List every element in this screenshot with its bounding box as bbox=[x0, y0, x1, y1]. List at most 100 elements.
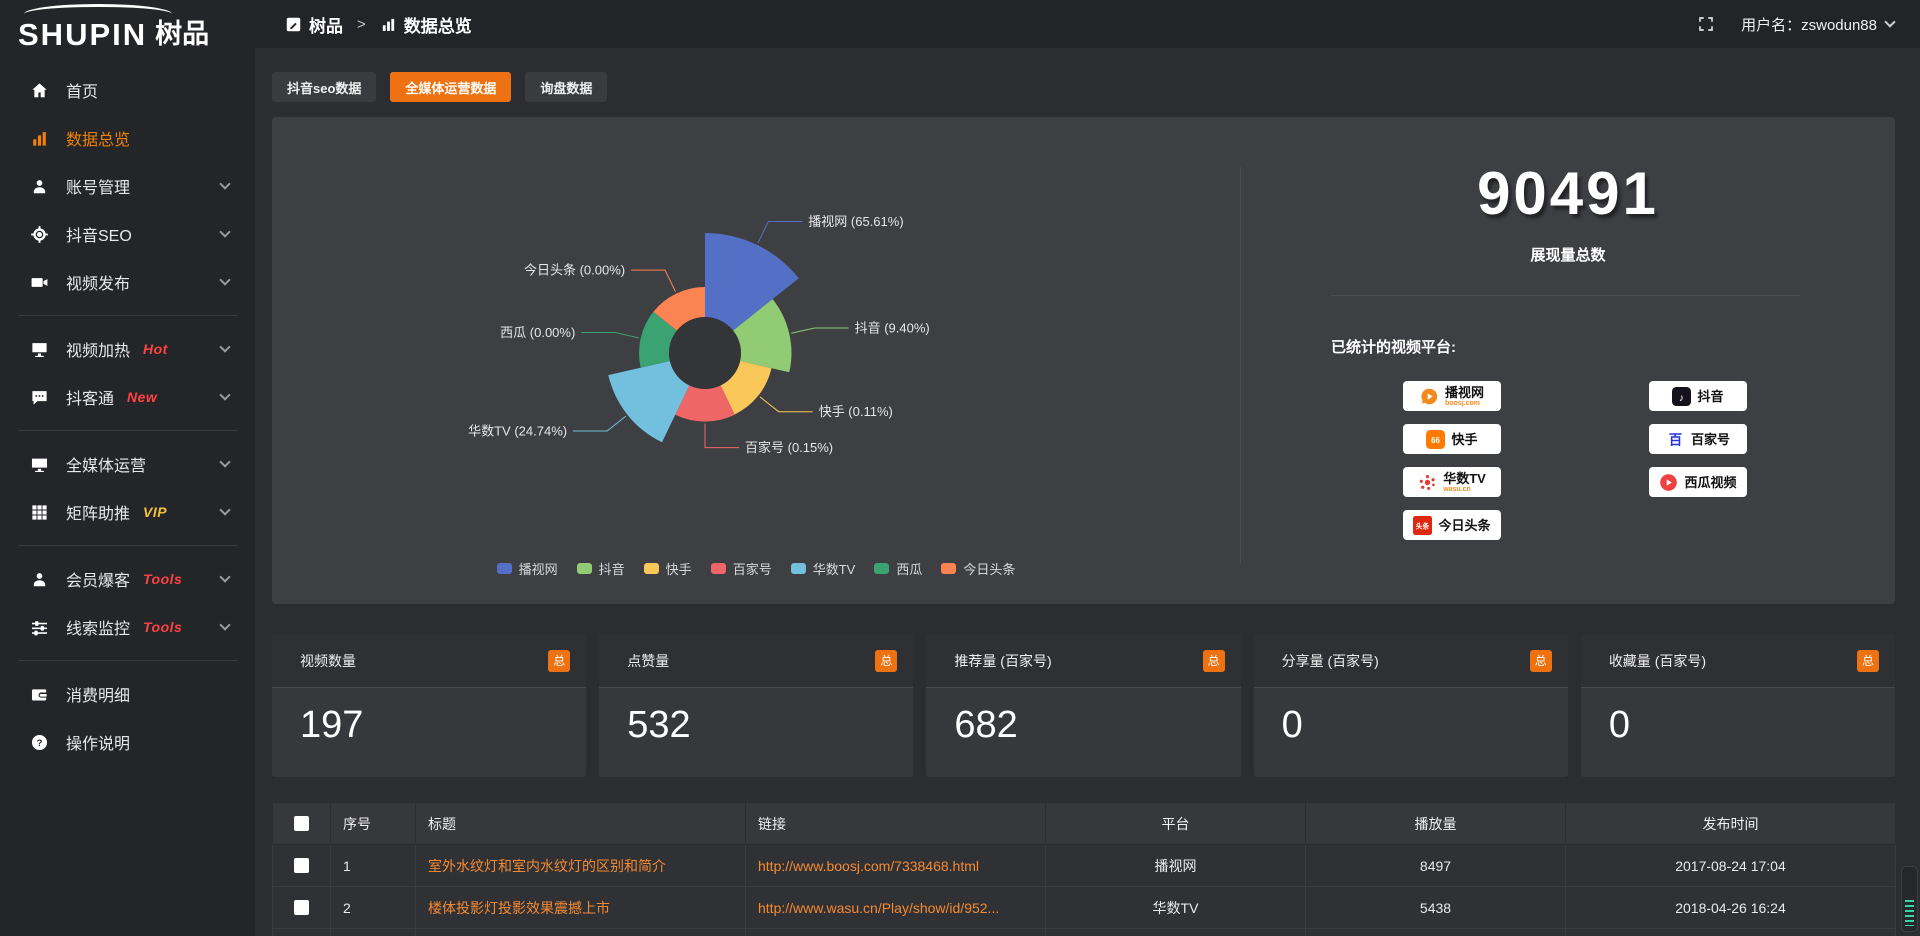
legend-item-百家号[interactable]: 百家号 bbox=[711, 559, 772, 578]
stat-card-value: 197 bbox=[272, 688, 586, 747]
sidebar-item-consumption-detail[interactable]: 消费明细 bbox=[0, 670, 255, 718]
sidebar-item-badge: Tools bbox=[143, 619, 182, 635]
tab-0[interactable]: 抖音seo数据 bbox=[272, 72, 376, 102]
legend-item-西瓜[interactable]: 西瓜 bbox=[874, 559, 922, 578]
platform-badge-抖音[interactable]: ♪抖音 bbox=[1649, 381, 1747, 411]
sidebar-item-badge: Hot bbox=[143, 341, 168, 357]
sidebar-item-douyin-seo[interactable]: 抖音SEO bbox=[0, 210, 255, 258]
row-url-link[interactable]: http://www.boosj.com/7338468.html bbox=[746, 845, 1046, 887]
legend-item-快手[interactable]: 快手 bbox=[644, 559, 692, 578]
legend-item-播视网[interactable]: 播视网 bbox=[497, 559, 558, 578]
legend-swatch bbox=[497, 563, 512, 574]
sidebar-item-matrix-boost[interactable]: 矩阵助推VIP bbox=[0, 488, 255, 536]
platform-badge-华数TV[interactable]: 华数TVwasu.cn bbox=[1403, 467, 1501, 497]
legend-swatch bbox=[711, 563, 726, 574]
platform-badge-播视网[interactable]: 播视网boosj.com bbox=[1403, 381, 1501, 411]
total-badge[interactable]: 总 bbox=[548, 650, 570, 672]
total-badge[interactable]: 总 bbox=[1857, 650, 1879, 672]
rose-pie-chart[interactable]: 播视网 (65.61%)抖音 (9.40%)快手 (0.11%)百家号 (0.1… bbox=[272, 117, 1240, 547]
total-badge[interactable]: 总 bbox=[875, 650, 897, 672]
col-link: 链接 bbox=[746, 803, 1046, 845]
platform-name: 抖音 bbox=[1697, 390, 1723, 403]
sidebar-item-video-heating[interactable]: 视频加热Hot bbox=[0, 325, 255, 373]
platform-badge-西瓜视频[interactable]: 西瓜视频 bbox=[1649, 467, 1747, 497]
sidebar-item-douketong[interactable]: 抖客通New bbox=[0, 373, 255, 421]
summary-area: 90491 展现量总数 已统计的视频平台: 播视网boosj.com66快手华数… bbox=[1241, 117, 1895, 604]
empty-cell bbox=[416, 929, 746, 936]
chevron-down-icon bbox=[219, 226, 230, 237]
total-badge[interactable]: 总 bbox=[1530, 650, 1552, 672]
table-header-row: 序号 标题 链接 平台 播放量 发布时间 bbox=[273, 803, 1896, 845]
widget-stripes-icon bbox=[1905, 900, 1914, 926]
legend-label: 抖音 bbox=[599, 559, 625, 578]
stat-card-header: 推荐量 (百家号) 总 bbox=[926, 634, 1240, 688]
document-icon bbox=[285, 16, 302, 33]
legend-label: 播视网 bbox=[519, 559, 558, 578]
col-platform: 平台 bbox=[1046, 803, 1306, 845]
row-checkbox[interactable] bbox=[294, 858, 309, 873]
stat-card-value: 0 bbox=[1581, 688, 1895, 747]
sidebar-item-data-overview[interactable]: 数据总览 bbox=[0, 114, 255, 162]
horizontal-divider bbox=[1331, 295, 1800, 296]
legend-label: 华数TV bbox=[813, 559, 856, 578]
toutiao-logo-icon: 头条 bbox=[1413, 516, 1432, 535]
platform-name: 播视网 bbox=[1445, 386, 1484, 399]
pie-label-line bbox=[758, 222, 802, 244]
sidebar-item-media-operation[interactable]: 全媒体运营 bbox=[0, 440, 255, 488]
table-row: 1 室外水纹灯和室内水纹灯的区别和简介 http://www.boosj.com… bbox=[273, 845, 1896, 887]
app-logo[interactable]: SHUPIN 树品 bbox=[0, 0, 255, 60]
row-title-link[interactable]: 楼体投影灯投影效果震撼上市 bbox=[416, 887, 746, 929]
legend-item-华数TV[interactable]: 华数TV bbox=[791, 559, 856, 578]
pie-label: 百家号 (0.15%) bbox=[745, 440, 833, 455]
total-badge[interactable]: 总 bbox=[1203, 650, 1225, 672]
platform-badge-快手[interactable]: 66快手 bbox=[1403, 424, 1501, 454]
sidebar-item-badge: New bbox=[127, 389, 157, 405]
pie-label: 今日头条 (0.00%) bbox=[524, 263, 625, 278]
row-time: 2018-04-26 16:24 bbox=[1566, 887, 1896, 929]
platform-badge-今日头条[interactable]: 头条今日头条 bbox=[1403, 510, 1501, 540]
pie-label: 播视网 (65.61%) bbox=[808, 214, 903, 229]
platform-name: 快手 bbox=[1451, 433, 1477, 446]
sidebar-item-account-management[interactable]: 账号管理 bbox=[0, 162, 255, 210]
breadcrumb-root[interactable]: 树品 bbox=[309, 12, 343, 37]
empty-cell bbox=[1306, 929, 1566, 936]
screen-icon bbox=[30, 340, 49, 359]
platform-badge-百家号[interactable]: 百百家号 bbox=[1649, 424, 1747, 454]
stat-card-value: 532 bbox=[599, 688, 913, 747]
tab-1[interactable]: 全媒体运营数据 bbox=[390, 72, 511, 102]
fullscreen-icon[interactable] bbox=[1697, 15, 1715, 33]
chevron-down-icon bbox=[219, 456, 230, 467]
col-time: 发布时间 bbox=[1566, 803, 1896, 845]
row-url-link[interactable]: http://www.wasu.cn/Play/show/id/952... bbox=[746, 887, 1046, 929]
select-all-checkbox[interactable] bbox=[294, 816, 309, 831]
sidebar-item-home[interactable]: 首页 bbox=[0, 66, 255, 114]
breadcrumb-current[interactable]: 数据总览 bbox=[404, 12, 472, 37]
platform-subtext: wasu.cn bbox=[1443, 486, 1486, 493]
row-no: 1 bbox=[331, 845, 416, 887]
sidebar-item-clue-monitor[interactable]: 线索监控Tools bbox=[0, 603, 255, 651]
row-checkbox[interactable] bbox=[294, 900, 309, 915]
row-title-link[interactable]: 室外水纹灯和室内水纹灯的区别和简介 bbox=[416, 845, 746, 887]
user-menu[interactable]: 用户名：zswodun88 bbox=[1741, 14, 1894, 35]
grid-icon bbox=[30, 503, 49, 522]
sidebar-item-operation-guide[interactable]: ?操作说明 bbox=[0, 718, 255, 766]
sidebar-item-badge: VIP bbox=[143, 504, 167, 520]
row-platform: 华数TV bbox=[1046, 887, 1306, 929]
tab-2[interactable]: 询盘数据 bbox=[525, 72, 607, 102]
floating-widget[interactable] bbox=[1901, 866, 1918, 932]
legend-item-今日头条[interactable]: 今日头条 bbox=[941, 559, 1015, 578]
sidebar-item-video-publish[interactable]: 视频发布 bbox=[0, 258, 255, 306]
sidebar-item-member-baoke[interactable]: 会员爆客Tools bbox=[0, 555, 255, 603]
platform-subtext: boosj.com bbox=[1445, 400, 1484, 407]
stat-card-0: 视频数量 总 197 bbox=[272, 634, 586, 777]
svg-text:百: 百 bbox=[1669, 432, 1682, 447]
wallet-icon bbox=[30, 685, 49, 704]
legend-item-抖音[interactable]: 抖音 bbox=[577, 559, 625, 578]
platform-badge-column-1: ♪抖音百百家号西瓜视频 bbox=[1649, 381, 1747, 540]
chart-area: 播视网 (65.61%)抖音 (9.40%)快手 (0.11%)百家号 (0.1… bbox=[272, 117, 1240, 604]
logo-arc bbox=[24, 4, 172, 24]
empty-cell bbox=[1046, 929, 1306, 936]
sidebar-nav: 首页数据总览账号管理抖音SEO视频发布视频加热Hot抖客通New 全媒体运营矩阵助… bbox=[0, 66, 255, 766]
stat-card-3: 分享量 (百家号) 总 0 bbox=[1254, 634, 1568, 777]
question-icon: ? bbox=[30, 733, 49, 752]
